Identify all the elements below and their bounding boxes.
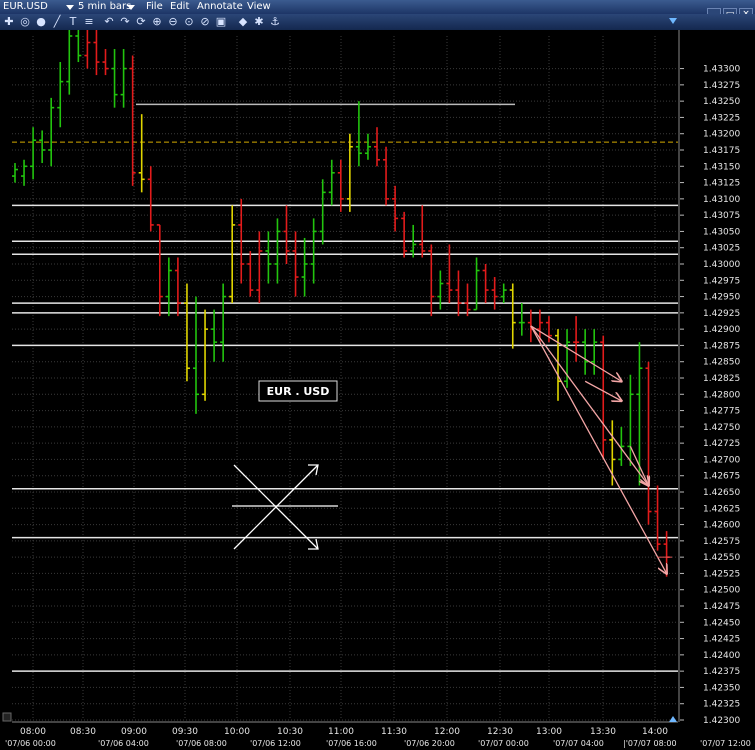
zoom-box-icon[interactable]: ▣ [214,15,228,29]
y-tick-label: 1.43250 [703,97,740,107]
y-tick-label: 1.42325 [703,700,740,710]
y-tick-label: 1.42525 [703,569,740,579]
y-tick-label: 1.42675 [703,472,740,482]
menu-annotate[interactable]: Annotate [197,1,243,13]
x-tick-label: 10:30 [277,727,303,737]
zoom-in-icon[interactable]: ⊕ [150,15,164,29]
y-tick-label: 1.42375 [703,667,740,677]
date-tick-label: '07/07 00:00 [478,739,529,748]
x-tick-label: 13:00 [536,727,562,737]
redo-icon[interactable]: ↷ [118,15,132,29]
color-icon[interactable]: ◆ [236,15,250,29]
y-tick-label: 1.42350 [703,683,740,693]
y-tick-label: 1.42550 [703,553,740,563]
y-tick-label: 1.42600 [703,521,740,531]
y-tick-label: 1.42400 [703,651,740,661]
y-tick-label: 1.42575 [703,537,740,547]
y-tick-label: 1.42725 [703,439,740,449]
x-tick-label: 10:00 [224,727,250,737]
x-tick-label: 11:00 [328,727,354,737]
x-tick-label: 09:00 [121,727,147,737]
menu-file[interactable]: File [146,1,163,13]
undo-icon[interactable]: ↶ [102,15,116,29]
left-scroll-down-button [2,712,12,722]
y-tick-label: 1.42700 [703,455,740,465]
y-tick-label: 1.42800 [703,390,740,400]
y-tick-label: 1.42450 [703,618,740,628]
y-tick-label: 1.42650 [703,488,740,498]
symbol-field[interactable]: EUR.USD [3,1,48,13]
y-tick-label: 1.43275 [703,81,740,91]
date-tick-label: '07/06 04:00 [98,739,149,748]
y-tick-label: 1.43050 [703,227,740,237]
y-tick-label: 1.43300 [703,65,740,75]
date-tick-label: '07/07 04:00 [553,739,604,748]
text-icon[interactable]: T [66,15,80,29]
x-tick-label: 12:00 [434,727,460,737]
x-tick-label: 13:30 [590,727,616,737]
zoom-out-icon[interactable]: ⊖ [166,15,180,29]
x-tick-label: 11:30 [381,727,407,737]
date-tick-label: '07/06 20:00 [404,739,455,748]
y-tick-label: 1.43150 [703,162,740,172]
x-tick-label: 08:00 [20,727,46,737]
zoom-reset-icon[interactable]: ⊘ [198,15,212,29]
chart-toolbar: ✚ ◎ ● ╱ T ≡ ↶ ↷ ⟳ ⊕ ⊖ ⊙ ⊘ ▣ ◆ ✱ ⚓ [0,14,755,31]
bar-size-field[interactable]: 5 min bars [78,1,131,13]
y-tick-label: 1.42925 [703,309,740,319]
trendline-icon[interactable]: ╱ [50,15,64,29]
symbol-label: EUR . USD [267,385,330,398]
y-tick-label: 1.42850 [703,358,740,368]
y-tick-label: 1.43175 [703,146,740,156]
y-tick-label: 1.43225 [703,113,740,123]
window-controls: _▭× [705,1,753,21]
date-tick-label: |'07/07 08:00 [623,739,677,748]
menu-bar: EUR.USD 5 min bars File Edit Annotate Vi… [0,0,755,21]
y-tick-label: 1.42300 [703,716,740,726]
y-tick-label: 1.42975 [703,276,740,286]
refresh-icon[interactable]: ⟳ [134,15,148,29]
circle-solid-icon[interactable]: ● [34,15,48,29]
date-tick-label: '07/06 12:00 [250,739,301,748]
y-tick-label: 1.43025 [703,244,740,254]
zoom-fit-icon[interactable]: ⊙ [182,15,196,29]
y-tick-label: 1.42625 [703,504,740,514]
x-tick-label: 09:30 [172,727,198,737]
x-tick-label: 14:00 [642,727,668,737]
menu-view[interactable]: View [247,1,271,13]
y-tick-label: 1.42950 [703,293,740,303]
y-tick-label: 1.42475 [703,602,740,612]
circle-icon[interactable]: ◎ [18,15,32,29]
x-tick-label: 12:30 [487,727,513,737]
y-tick-label: 1.43000 [703,260,740,270]
symbol-dropdown-icon[interactable] [66,5,74,10]
crosshair-icon[interactable]: ✚ [2,15,16,29]
y-tick-label: 1.42825 [703,374,740,384]
settings-icon[interactable]: ✱ [252,15,266,29]
y-tick-label: 1.43125 [703,179,740,189]
date-tick-label: '07/06 16:00 [326,739,377,748]
y-tick-label: 1.43200 [703,130,740,140]
x-tick-label: 08:30 [70,727,96,737]
date-tick-label: '07/07 12:00 [700,739,751,748]
y-tick-label: 1.42750 [703,423,740,433]
y-tick-label: 1.42775 [703,407,740,417]
scroll-up-icon[interactable] [669,18,677,24]
y-tick-label: 1.43100 [703,195,740,205]
y-tick-label: 1.42500 [703,586,740,596]
date-tick-label: '07/06 08:00 [176,739,227,748]
price-chart[interactable]: 1.43300 1.43275 1.43250 1.43225 1.43200 1.431… [0,30,755,750]
y-tick-label: 1.42425 [703,635,740,645]
bar-size-dropdown-icon[interactable] [127,5,135,10]
link-icon[interactable]: ⚓ [268,15,282,29]
date-tick-label: '07/06 00:00 [5,739,56,748]
menu-edit[interactable]: Edit [170,1,189,13]
y-tick-label: 1.42875 [703,341,740,351]
y-tick-label: 1.42900 [703,325,740,335]
fibonacci-icon[interactable]: ≡ [82,15,96,29]
y-tick-label: 1.43075 [703,211,740,221]
